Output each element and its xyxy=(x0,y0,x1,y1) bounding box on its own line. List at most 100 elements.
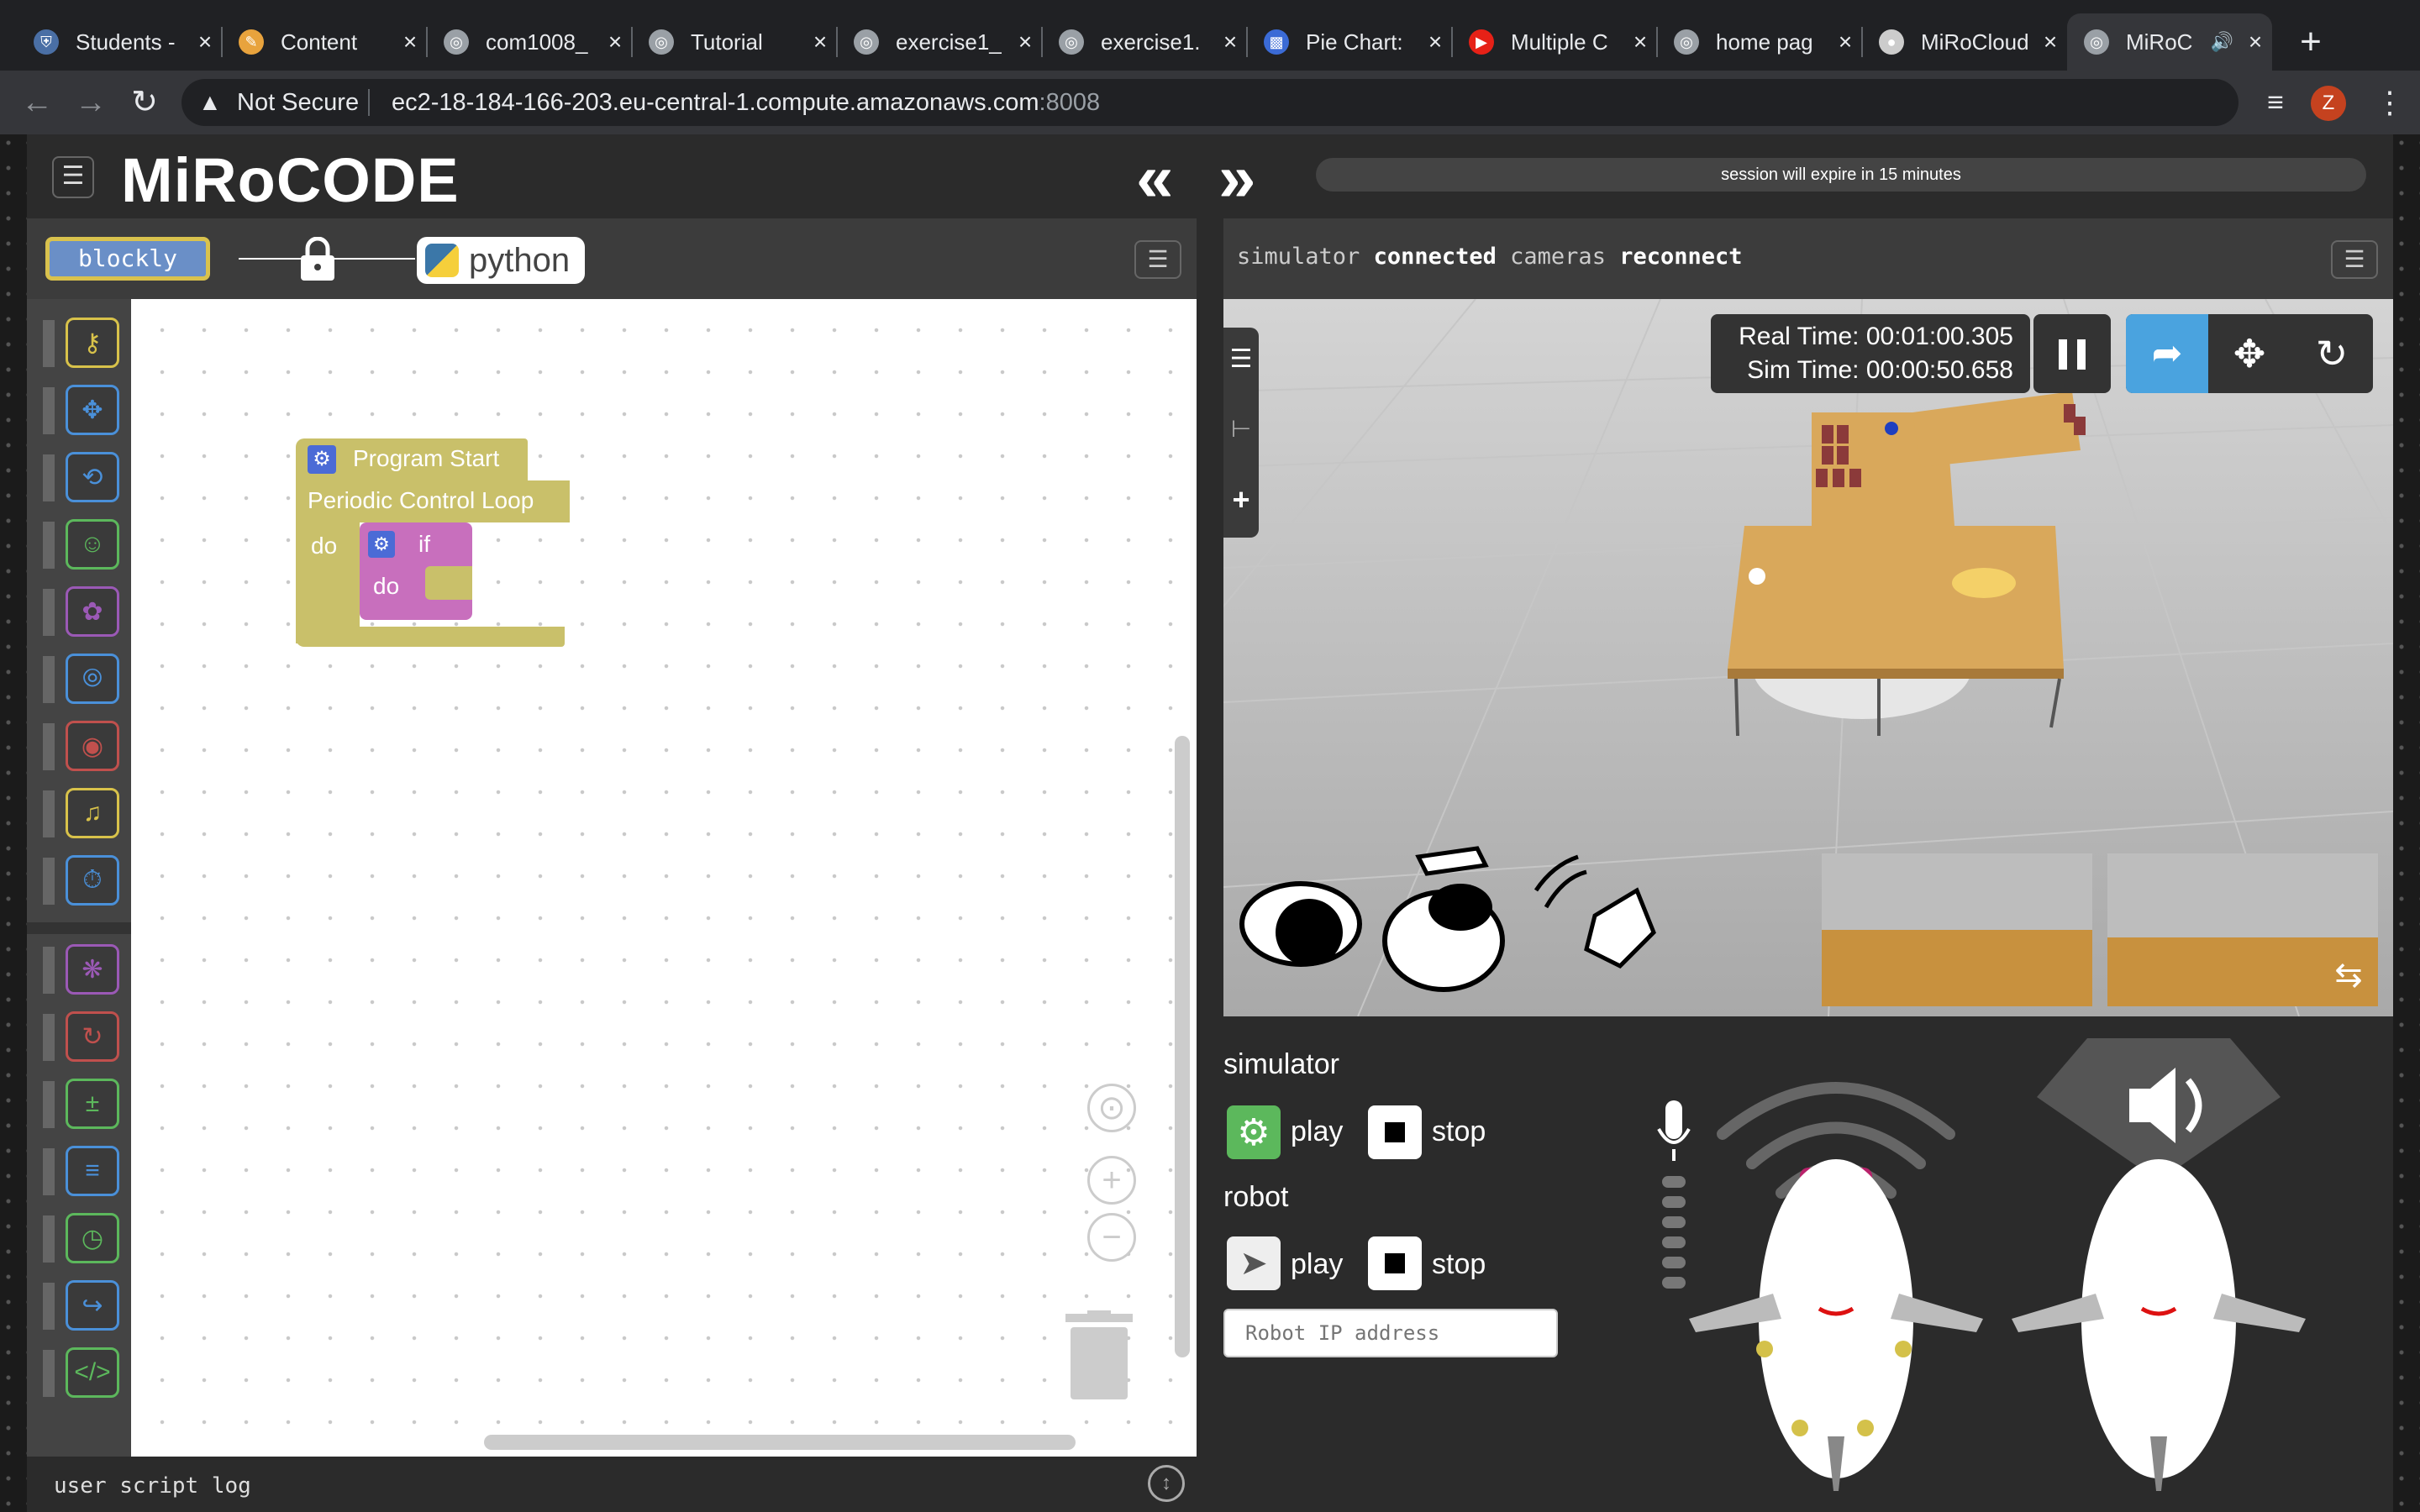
simulator-stop-label[interactable]: stop xyxy=(1432,1116,1486,1148)
rotate-mode-button[interactable]: ↻ xyxy=(2291,314,2373,393)
workspace-vertical-scrollbar[interactable] xyxy=(1175,736,1190,1357)
globe-icon: ◎ xyxy=(1059,29,1084,55)
translate-mode-button[interactable]: ✥ xyxy=(2208,314,2291,393)
tab-close-icon[interactable]: × xyxy=(188,29,222,55)
tab-close-icon[interactable]: × xyxy=(598,29,632,55)
toolbox-row-marker xyxy=(43,589,55,636)
new-tab-button[interactable]: + xyxy=(2292,24,2329,60)
tab-close-icon[interactable]: × xyxy=(803,29,837,55)
scene-add-icon[interactable]: + xyxy=(1223,482,1259,517)
periodic-loop-block[interactable]: Periodic Control Loop xyxy=(296,480,570,522)
url-port: :8008 xyxy=(1039,89,1101,116)
tab-close-icon[interactable]: × xyxy=(2033,29,2067,55)
simulator-stop-button[interactable] xyxy=(1368,1105,1422,1159)
toolbox-category-gauge[interactable]: ◷ xyxy=(43,1213,119,1263)
toolbox-category-sonar[interactable]: ⦾ xyxy=(43,654,119,704)
browser-tab[interactable]: ◎ exercise1_ × xyxy=(837,13,1042,71)
bar-chart-icon: ▩ xyxy=(1264,29,1289,55)
toolbox-category-rotate[interactable]: ⟲ xyxy=(43,452,119,502)
zoom-in-button[interactable]: + xyxy=(1087,1156,1136,1205)
scene-menu-icon[interactable]: ☰ xyxy=(1223,344,1259,374)
toolbox-row-marker xyxy=(43,1350,55,1397)
browser-tab[interactable]: ✎ Content × xyxy=(222,13,427,71)
toolbox-category-math[interactable]: ± xyxy=(43,1079,119,1129)
lock-icon[interactable] xyxy=(296,236,339,282)
toolbox-row-marker xyxy=(43,947,55,994)
toolbox-category-code[interactable]: </> xyxy=(43,1347,119,1398)
tab-audio-icon[interactable]: 🔊 xyxy=(2211,31,2233,53)
tab-close-icon[interactable]: × xyxy=(1008,29,1042,55)
browser-tab[interactable]: ◎ Tutorial × xyxy=(632,13,837,71)
browser-tab[interactable]: ◎ exercise1. × xyxy=(1042,13,1247,71)
toolbox-category-eye[interactable]: ◉ xyxy=(43,721,119,771)
toolbox-category-ear[interactable]: ✿ xyxy=(43,586,119,637)
tab-close-icon[interactable]: × xyxy=(1418,29,1452,55)
robot-stop-label[interactable]: stop xyxy=(1432,1248,1486,1281)
browser-tab[interactable]: ● MiRoCloud × xyxy=(1862,13,2067,71)
recenter-icon[interactable]: ⊙ xyxy=(1087,1084,1136,1132)
toolbox-category-move[interactable]: ✥ xyxy=(43,385,119,435)
camera-right-thumbnail[interactable]: ⇆ xyxy=(2107,853,2378,1006)
collapse-left-button[interactable]: « xyxy=(1136,144,1174,212)
browser-tab[interactable]: ▶ Multiple C × xyxy=(1452,13,1657,71)
user-script-log-bar[interactable]: user script log ↕ xyxy=(27,1457,1197,1512)
reading-list-icon[interactable]: ≡ xyxy=(2257,84,2294,121)
simulator-play-label[interactable]: play xyxy=(1291,1116,1343,1148)
profile-avatar[interactable]: Z xyxy=(2311,86,2346,121)
browser-tab[interactable]: ◎ home pag × xyxy=(1657,13,1862,71)
camera-left-thumbnail[interactable] xyxy=(1822,853,2092,1006)
select-mode-button[interactable]: ➦ xyxy=(2126,314,2208,393)
address-bar[interactable]: ▲ Not Secure ec2-18-184-166-203.eu-centr… xyxy=(182,79,2238,126)
zoom-out-button[interactable]: − xyxy=(1087,1213,1136,1262)
tab-close-icon[interactable]: × xyxy=(2238,29,2272,55)
robot-ip-input[interactable] xyxy=(1223,1309,1558,1357)
browser-menu-icon[interactable]: ⋮ xyxy=(2375,84,2405,121)
reload-button[interactable]: ↻ xyxy=(128,86,161,119)
workspace-horizontal-scrollbar[interactable] xyxy=(484,1435,1076,1450)
if-block[interactable]: ⚙ if do xyxy=(360,522,472,620)
log-expand-icon[interactable]: ↕ xyxy=(1148,1465,1185,1502)
forward-button[interactable]: → xyxy=(74,86,108,119)
toolbox-category-timer[interactable]: ⏱ xyxy=(43,855,119,906)
tab-close-icon[interactable]: × xyxy=(1213,29,1247,55)
browser-tab[interactable]: ▩ Pie Chart: × xyxy=(1247,13,1452,71)
editor-menu-button[interactable]: ☰ xyxy=(1134,240,1181,279)
tab-close-icon[interactable]: × xyxy=(1623,29,1657,55)
scene-tree-icon[interactable]: ⊢ xyxy=(1223,415,1259,443)
browser-tab[interactable]: ◎ com1008_ × xyxy=(427,13,632,71)
status-word-reconnect[interactable]: reconnect xyxy=(1619,244,1742,270)
toolbox-category-key[interactable]: ⚷ xyxy=(43,318,119,368)
hamburger-menu-button[interactable]: ☰ xyxy=(52,156,94,198)
tab-title: Pie Chart: xyxy=(1306,29,1403,55)
pause-button[interactable] xyxy=(2033,314,2111,393)
robot-stop-button[interactable] xyxy=(1368,1236,1422,1290)
tab-close-icon[interactable]: × xyxy=(1828,29,1862,55)
list-icon: ≡ xyxy=(85,1157,100,1184)
trash-icon[interactable] xyxy=(1062,1310,1136,1403)
toolbox-category-speaker[interactable]: ♫ xyxy=(43,788,119,838)
browser-tab[interactable]: ◎ MiRoC 🔊 × xyxy=(2067,13,2272,71)
tab-close-icon[interactable]: × xyxy=(393,29,427,55)
program-start-block[interactable]: ⚙ Program Start xyxy=(296,438,528,480)
if-label: if xyxy=(418,531,430,557)
real-time-readout: Real Time: 00:01:00.305 xyxy=(1739,323,2013,350)
toolbox-category-flow[interactable]: ↻ xyxy=(43,1011,119,1062)
python-toggle[interactable]: python xyxy=(417,237,585,284)
toolbox-category-function[interactable]: ↪ xyxy=(43,1280,119,1331)
simulator-play-button[interactable]: ⚙ xyxy=(1227,1105,1281,1159)
toolbox-row-marker xyxy=(43,1014,55,1061)
blockly-toggle[interactable]: blockly xyxy=(45,237,210,281)
robot-play-button[interactable]: ➤ xyxy=(1227,1236,1281,1290)
collapse-right-button[interactable]: » xyxy=(1218,144,1256,212)
simulator-menu-button[interactable]: ☰ xyxy=(2331,240,2378,279)
swap-cameras-icon[interactable]: ⇆ xyxy=(2326,953,2371,998)
tab-title: MiRoCloud xyxy=(1921,29,2029,55)
back-button[interactable]: ← xyxy=(20,86,54,119)
blockly-workspace[interactable]: ⚙ Program Start Periodic Control Loop do… xyxy=(131,299,1197,1457)
browser-tab[interactable]: ⛨ Students - × xyxy=(17,13,222,71)
toolbox-category-list[interactable]: ≡ xyxy=(43,1146,119,1196)
robot-play-label[interactable]: play xyxy=(1291,1248,1343,1281)
toolbox-category-face[interactable]: ☺ xyxy=(43,519,119,570)
toolbox-category-brain[interactable]: ❋ xyxy=(43,944,119,995)
function-icon: ↪ xyxy=(82,1291,103,1320)
